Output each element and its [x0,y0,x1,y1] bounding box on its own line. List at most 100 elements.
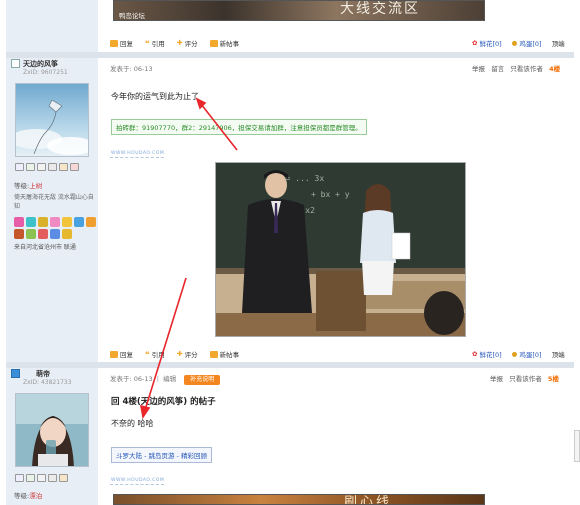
banner-watermark: 鸭岛论坛 [119,12,145,20]
quote-button[interactable]: ❝ 引用 [145,349,165,360]
post5-meta: 发表于: 06-13 | 编辑 补充说明 [110,373,221,385]
rate-button[interactable]: ✚ 评分 [177,349,198,359]
post4-user-id: ZxID: 9607251 [23,69,68,76]
group-icon[interactable] [59,163,68,171]
report-link[interactable]: 举报 [472,65,485,73]
rate-icon: ✚ [176,350,183,358]
message-icon[interactable] [15,474,24,482]
post5-timestamp: 发表于: 06-13 [110,375,153,383]
egg-icon: ● [511,350,518,358]
flower-button[interactable]: ✿ 鲜花[0] [472,349,502,359]
post4-action-bar: 回复 ❝ 引用 ✚ 评分 新帖事 [110,349,251,359]
quote-button[interactable]: ❝ 引用 [145,38,165,49]
report-link[interactable]: 举报 [490,375,503,383]
post4-image[interactable]: x = ... 3x + bx + y y = x2 [215,162,466,337]
post4-site-tag[interactable]: WWW.HOUDAO.COM [111,151,164,156]
new-post-button[interactable]: 新帖事 [209,349,239,359]
profile-icon[interactable] [48,474,57,482]
girl-portrait-image [16,394,88,466]
bottom-banner-title: 刷心线 [344,495,393,505]
post5-links: 举报 只看该作者 5楼 [490,373,559,383]
egg-button[interactable]: ● 鸡蛋[0] [512,349,542,359]
group-icon[interactable] [59,474,68,482]
post4-reactions: ✿ 鲜花[0] ● 鸡蛋[0] 顶端 [462,349,565,359]
flower-icon: ✿ [472,350,478,358]
post5-level: 等级:漂泊 [14,492,43,500]
post5-username[interactable]: 萌帝 [36,369,50,379]
new-post-icon [209,350,218,358]
prev-post-reactions: ✿ 鲜花[0] ● 鸡蛋[0] 顶端 [462,38,565,48]
add-friend-icon[interactable] [26,163,35,171]
post5-user-tools [15,474,68,482]
medal-icon [86,217,96,227]
top-link[interactable]: 顶端 [552,349,565,359]
edit-note-badge[interactable]: 补充说明 [184,375,221,385]
post4-level-value: 上树 [29,182,43,190]
reply-icon [110,39,118,47]
post4-links: 举报 留言 只看该作者 4楼 [472,63,560,73]
reply-button[interactable]: 回复 [110,38,133,48]
edit-link[interactable]: 编辑 [163,375,176,383]
post4-timestamp: 发表于: 06-13 [110,65,153,73]
svg-text:+ bx + y: + bx + y [311,190,350,199]
post5-user-id: ZxID: 43821733 [23,379,72,386]
kite-sky-image [16,84,88,156]
top-link[interactable]: 顶端 [552,38,565,48]
only-author-link[interactable]: 只看该作者 [510,65,543,73]
medal-icon [14,229,24,239]
post4-signature: 倚天屠海花无敌 流水霜山心自知 [14,194,94,210]
medal-icon [38,217,48,227]
online-status-icon [11,369,20,378]
flower-icon: ✿ [472,39,478,47]
medal-icon [62,217,72,227]
post4-level: 等级:上树 [14,182,43,190]
divider [110,157,164,158]
post4-username[interactable]: 天边的风筝 [23,59,58,69]
bottom-signature-banner: 刷心线 [113,494,485,505]
new-post-button[interactable]: 新帖事 [209,38,239,48]
forum-thread-page: 鸭岛论坛 大线交流区 回复 ❝ 引用 ✚ 评分 新帖事 ✿ 鲜花[0] ● 鸡蛋[0] … [0,0,580,505]
medal-icon [62,229,72,239]
post5-text: 不奈的 哈哈 [111,419,154,428]
post4-location: 来自河北省沧州市 联通 [14,244,76,251]
flower-button[interactable]: ✿ 鲜花[0] [472,38,502,48]
scrollbar-handle[interactable] [574,430,580,462]
classroom-photo: x = ... 3x + bx + y y = x2 [216,163,465,336]
post-separator [6,362,574,368]
message-icon[interactable] [15,163,24,171]
only-author-link[interactable]: 只看该作者 [509,375,542,383]
post5-site-tag[interactable]: WWW.HOUDAO.COM [111,478,164,483]
message-link[interactable]: 留言 [491,65,504,73]
post5-level-value: 漂泊 [29,492,43,500]
medal-icon [38,229,48,239]
medal-icon [50,229,60,239]
offline-status-icon [11,59,20,68]
post5-floor: 5楼 [547,375,559,383]
post4-avatar[interactable] [15,83,89,157]
post5-avatar[interactable] [15,393,89,467]
rate-button[interactable]: ✚ 评分 [177,38,198,48]
medal-icon [26,217,36,227]
quote-icon: ❝ [145,349,150,359]
reply-icon [110,350,118,358]
post4-group-notice: 拍砖群：91907770，群2：29147906，担保交易请加群，注意担保员都是… [111,119,367,135]
add-friend-icon[interactable] [26,474,35,482]
egg-button[interactable]: ● 鸡蛋[0] [512,38,542,48]
post-separator [6,52,574,58]
post4-floor: 4楼 [549,65,561,73]
search-user-icon[interactable] [37,474,46,482]
post5-reply-title: 回 4楼(天边的风筝) 的帖子 [111,397,216,407]
reply-button[interactable]: 回复 [110,349,133,359]
prev-post-action-bar: 回复 ❝ 引用 ✚ 评分 新帖事 [110,38,251,48]
post5-link-box[interactable]: 斗罗大陆 - 跳岛页游 - 精彩回顾 [111,447,212,463]
medal-icon [50,217,60,227]
search-user-icon[interactable] [37,163,46,171]
medal-icon [26,229,36,239]
profile-icon[interactable] [48,163,57,171]
new-post-icon [209,39,218,47]
gift-icon[interactable] [70,163,79,171]
top-signature-banner: 鸭岛论坛 大线交流区 [113,0,485,21]
egg-icon: ● [511,39,518,47]
banner-title: 大线交流区 [340,1,420,17]
quote-icon: ❝ [145,38,150,48]
